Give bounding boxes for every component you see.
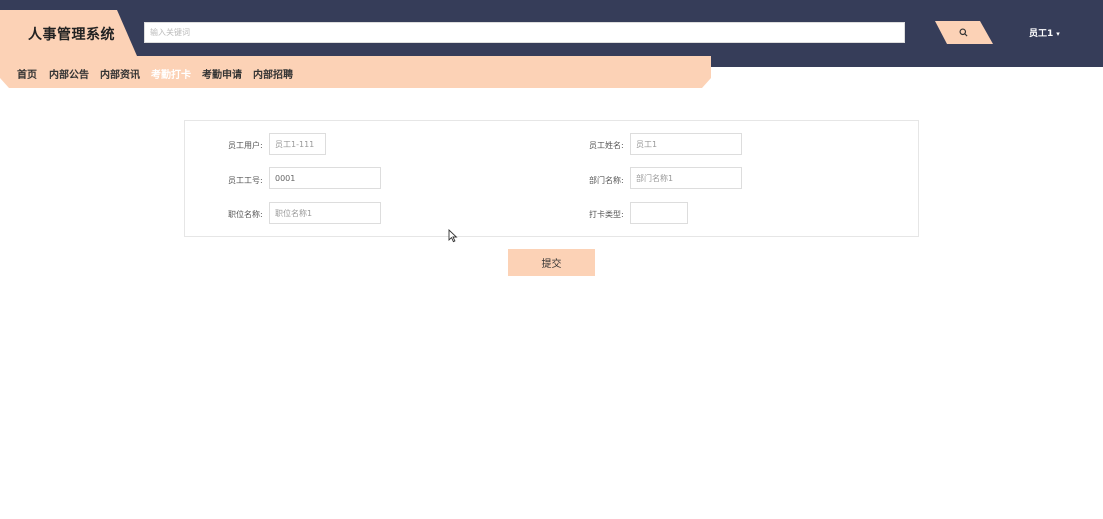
caret-down-icon: ▾ — [1056, 30, 1060, 38]
main-nav: 首页 内部公告 内部资讯 考勤打卡 考勤申请 内部招聘 — [0, 56, 711, 88]
employee-name-label: 员工姓名: — [589, 141, 624, 150]
search-button[interactable] — [935, 21, 993, 44]
nav-item-news[interactable]: 内部资讯 — [100, 66, 140, 81]
department-field[interactable] — [630, 167, 742, 189]
position-label: 职位名称: — [228, 210, 263, 219]
nav-item-attendance-request[interactable]: 考勤申请 — [202, 66, 242, 81]
employee-no-label: 员工工号: — [228, 176, 263, 185]
punch-type-select[interactable] — [630, 202, 688, 224]
app-brand: 人事管理系统 — [0, 10, 137, 56]
employee-name-field[interactable] — [630, 133, 742, 155]
user-name: 员工1 — [1029, 29, 1054, 39]
position-field[interactable] — [269, 202, 381, 224]
punch-type-label: 打卡类型: — [589, 210, 624, 219]
search-icon — [959, 28, 968, 37]
nav-item-attendance-punch[interactable]: 考勤打卡 — [151, 66, 191, 81]
app-title: 人事管理系统 — [28, 27, 115, 43]
employee-user-label: 员工用户: — [228, 141, 263, 150]
submit-button[interactable]: 提交 — [508, 249, 595, 276]
department-label: 部门名称: — [589, 176, 624, 185]
employee-user-field[interactable] — [269, 133, 326, 155]
nav-item-home[interactable]: 首页 — [17, 66, 37, 81]
employee-no-field[interactable] — [269, 167, 381, 189]
mouse-cursor-icon — [448, 229, 458, 243]
search-input[interactable] — [144, 22, 905, 43]
nav-item-announcements[interactable]: 内部公告 — [49, 66, 89, 81]
user-menu[interactable]: 员工1 ▾ — [1029, 26, 1060, 39]
nav-item-recruitment[interactable]: 内部招聘 — [253, 66, 293, 81]
